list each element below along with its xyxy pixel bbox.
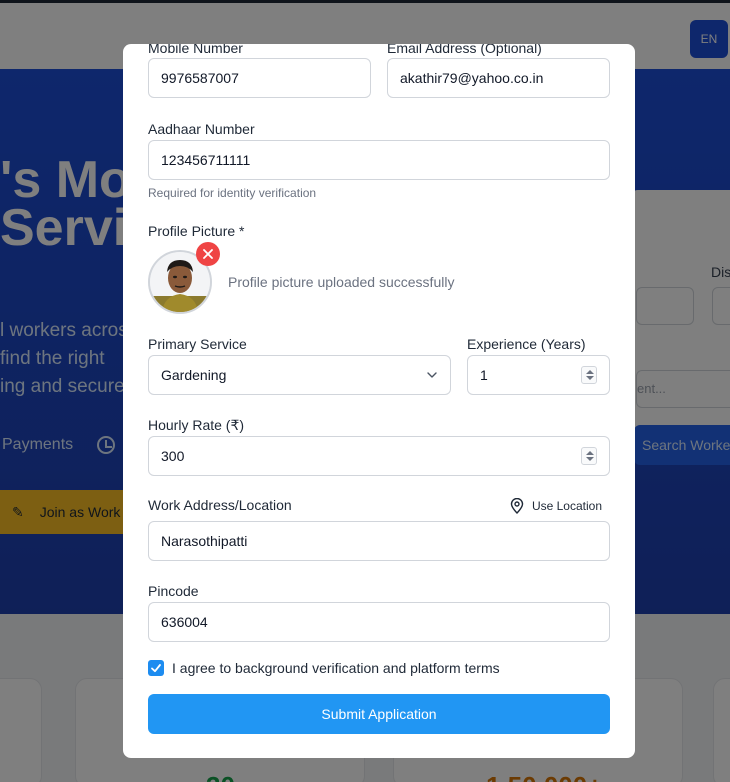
aadhaar-hint: Required for identity verification — [148, 186, 317, 200]
use-location-button[interactable]: Use Location — [510, 498, 602, 514]
primary-service-select[interactable]: Gardening — [148, 355, 451, 395]
aadhaar-label: Aadhaar Number — [148, 121, 255, 137]
number-stepper-icon[interactable] — [581, 447, 597, 465]
close-icon — [203, 249, 213, 259]
remove-photo-button[interactable] — [196, 242, 220, 266]
use-location-label: Use Location — [531, 499, 602, 513]
agree-checkbox[interactable] — [148, 660, 164, 676]
hourly-rate-label: Hourly Rate (₹) — [148, 417, 245, 433]
agree-row[interactable]: I agree to background verification and p… — [148, 660, 500, 676]
submit-application-button[interactable]: Submit Application — [148, 694, 610, 734]
experience-value: 1 — [480, 367, 488, 383]
pincode-label: Pincode — [148, 583, 199, 599]
address-input[interactable]: Narasothipatti — [148, 521, 610, 561]
hourly-rate-value: 300 — [161, 448, 185, 464]
mobile-input[interactable]: 9976587007 — [148, 58, 371, 98]
primary-service-label: Primary Service — [148, 336, 247, 352]
address-label: Work Address/Location — [148, 497, 292, 513]
check-icon — [151, 664, 161, 673]
map-pin-icon — [510, 498, 524, 514]
upload-status: Profile picture uploaded successfully — [228, 274, 455, 290]
number-stepper-icon[interactable] — [581, 366, 597, 384]
hourly-rate-input[interactable]: 300 — [148, 436, 610, 476]
email-label: Email Address (Optional) — [387, 44, 542, 56]
worker-registration-modal: Mobile Number Email Address (Optional) 9… — [123, 44, 635, 758]
experience-input[interactable]: 1 — [467, 355, 610, 395]
agree-label: I agree to background verification and p… — [172, 660, 500, 676]
experience-label: Experience (Years) — [467, 336, 586, 352]
chevron-down-icon — [427, 372, 437, 378]
aadhaar-input[interactable]: 123456711111 — [148, 140, 610, 180]
email-input[interactable]: akathir79@yahoo.co.in — [387, 58, 610, 98]
primary-service-value: Gardening — [161, 367, 227, 383]
pincode-input[interactable]: 636004 — [148, 602, 610, 642]
mobile-label: Mobile Number — [148, 44, 243, 56]
profile-picture-label: Profile Picture * — [148, 223, 245, 239]
